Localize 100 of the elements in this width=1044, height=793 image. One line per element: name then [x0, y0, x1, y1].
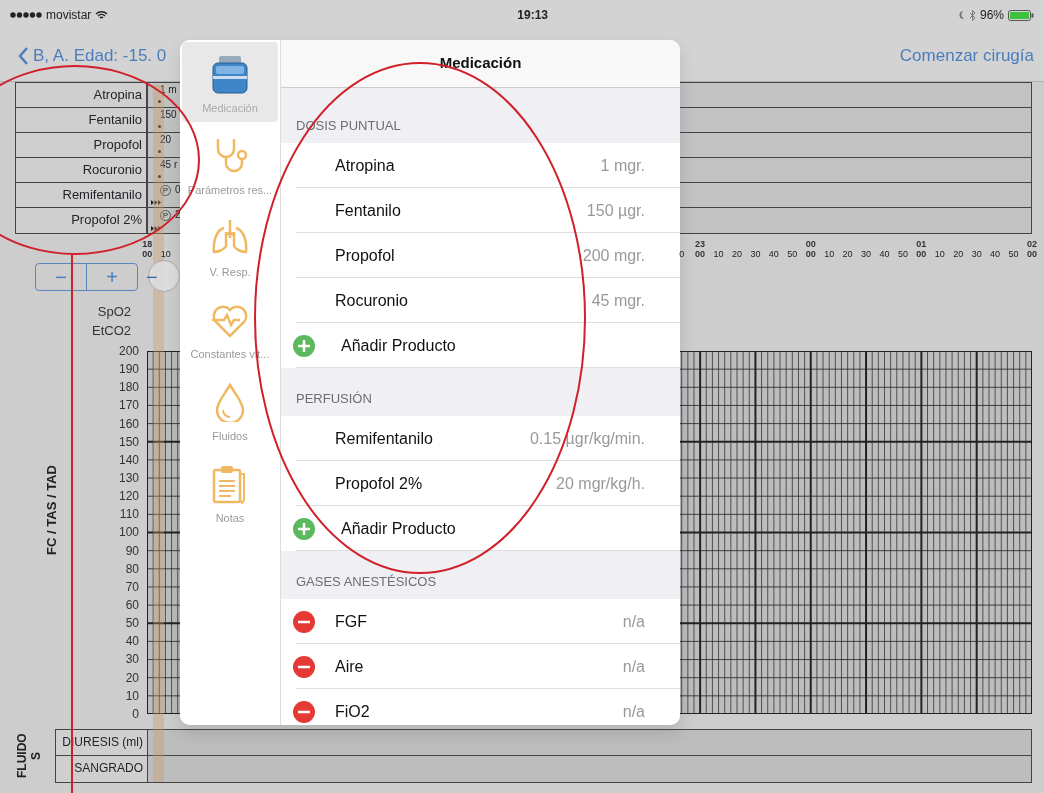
zoom-in-button[interactable]: + [86, 263, 138, 291]
sidebar-tab[interactable]: Notas [182, 450, 278, 532]
minute-label: 30 [860, 249, 873, 259]
minute-label: 50 [896, 249, 909, 259]
dose-value: 20 [160, 134, 172, 145]
bolus-dot-icon [158, 150, 161, 153]
remove-icon[interactable] [293, 700, 315, 723]
signal-icon [10, 12, 42, 18]
y-axis-label: 60 [124, 596, 139, 614]
hour-label: 00 [804, 239, 817, 249]
y-axis-label: 130 [117, 470, 139, 487]
carrier-name: movistar [46, 7, 92, 24]
minute-label: 10 [823, 249, 836, 259]
add-product-link[interactable]: Añadir Producto [341, 516, 456, 541]
section-header: GASES ANESTÉSICOS [295, 572, 438, 591]
y-axis-label: 100 [117, 524, 139, 542]
minute-label: 30 [970, 249, 983, 259]
minute-label: 10 [712, 249, 725, 259]
back-icon [18, 46, 29, 65]
y-axis-label: 180 [117, 379, 139, 397]
minute-label: 40 [989, 249, 1002, 259]
remove-icon[interactable] [293, 655, 315, 678]
remove-icon[interactable] [293, 610, 315, 633]
popover-title: Medicación [281, 40, 680, 88]
dose-value: 2 [175, 208, 181, 222]
medication-row[interactable]: Atropina 1 mgr. [281, 143, 680, 188]
dose-value: 0 [175, 183, 181, 197]
zoom-out-button[interactable]: − [35, 263, 87, 291]
dose-value: 150 µgr. [586, 200, 645, 221]
back-link[interactable]: B, A. Edad: -15. 0 [18, 42, 167, 69]
moon-icon [956, 10, 965, 20]
dose-value: 1 mgr. [600, 155, 645, 176]
minute-label: 20 [730, 249, 743, 259]
jar-icon [210, 53, 250, 94]
minute-label: 20 [952, 249, 965, 259]
hour-label: 02 [1025, 239, 1038, 249]
gas-value: n/a [622, 611, 645, 632]
y-axis-label: 160 [117, 415, 139, 433]
gas-value: n/a [622, 701, 645, 722]
bolus-dot-icon [158, 125, 161, 128]
drug-name: Atropina [335, 155, 395, 176]
medication-row[interactable]: Fentanilo 150 µgr. [281, 188, 680, 233]
y-axis-label: 0 [131, 705, 139, 723]
minute-label: 00 [141, 249, 154, 259]
y-axis-label: 70 [124, 578, 139, 596]
series-label: SpO2 [96, 303, 131, 321]
drug-name: Propofol 2% [335, 473, 423, 494]
medication-row[interactable]: Propofol 2% 20 mgr/kg/h. [281, 461, 680, 506]
marker-handle[interactable] [148, 260, 180, 292]
minute-label: 30 [749, 249, 762, 259]
add-icon[interactable] [293, 334, 315, 357]
dose-value: 45 r [160, 159, 178, 170]
gas-value: n/a [622, 656, 645, 677]
wifi-icon [95, 10, 109, 20]
battery-icon [1008, 9, 1034, 21]
gas-name: FGF [335, 611, 367, 632]
minute-label: 10 [933, 249, 946, 259]
minute-label: 0 [678, 249, 686, 259]
drug-name: Remifentanilo [335, 428, 433, 449]
drug-name: Rocuronio [335, 290, 408, 311]
sidebar-tab[interactable]: Medicación [182, 42, 278, 122]
y-axis-label: 120 [117, 488, 139, 506]
hour-label: 01 [915, 239, 928, 249]
minute-label: 20 [841, 249, 854, 259]
y-axis-label: 170 [117, 397, 139, 415]
add-icon[interactable] [293, 517, 315, 540]
y-axis-label: 50 [124, 615, 139, 633]
start-surgery-link[interactable]: Comenzar cirugía [899, 42, 1034, 69]
minute-label: 00 [915, 249, 928, 259]
battery-percent: 96% [979, 7, 1004, 24]
minute-label: 50 [1007, 249, 1020, 259]
y-axis-title: FC / TAS / TAD [43, 465, 61, 555]
dose-value: 150 [160, 109, 177, 120]
zoom-control[interactable]: − [146, 262, 158, 292]
y-axis-label: 190 [117, 361, 139, 379]
sidebar-tab[interactable]: V. Resp. [182, 204, 278, 286]
hour-label: 23 [694, 239, 707, 249]
y-axis-label: 40 [124, 633, 139, 651]
y-axis-label: 90 [124, 542, 139, 560]
y-axis-label: 30 [124, 651, 139, 669]
y-axis-label: 200 [117, 343, 139, 360]
minute-label: 40 [878, 249, 891, 259]
dose-value: 0.15 µgr/kg/min. [529, 428, 645, 449]
medication-row[interactable]: Propofol 200 mgr. [281, 233, 680, 278]
y-axis-label: 150 [117, 433, 139, 451]
status-time: 19:13 [516, 7, 549, 24]
hour-label: 18 [141, 239, 154, 249]
drug-name: Fentanilo [335, 200, 401, 221]
series-label: EtCO2 [91, 322, 131, 340]
medication-row[interactable]: Rocuronio 45 mgr. [281, 278, 680, 323]
bolus-dot-icon [158, 100, 161, 103]
minute-label: 50 [786, 249, 799, 259]
minute-label: 10 [159, 249, 172, 259]
medication-row[interactable]: Remifentanilo 0.15 µgr/kg/min. [281, 416, 680, 461]
play-arrows-icon [151, 200, 161, 205]
minute-label: 00 [1025, 249, 1038, 259]
y-axis-label: 140 [117, 451, 139, 469]
sidebar-tab[interactable]: Fluidos [182, 368, 278, 450]
add-product-link[interactable]: Añadir Producto [341, 333, 456, 358]
y-axis-label: 110 [118, 506, 139, 524]
